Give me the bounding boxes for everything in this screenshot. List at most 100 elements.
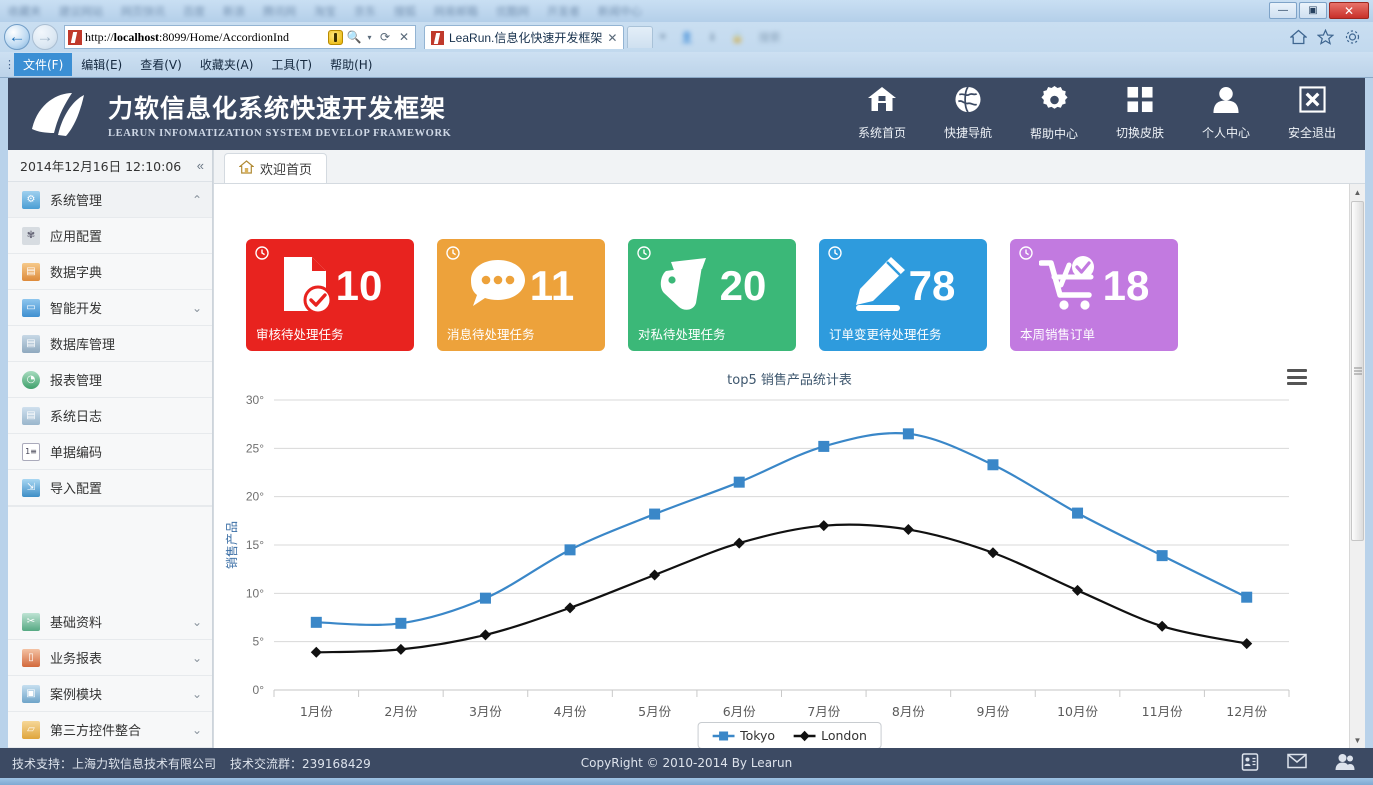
close-button[interactable]: ✕ — [1329, 2, 1369, 19]
svg-text:9月份: 9月份 — [976, 704, 1009, 719]
bookmark-item[interactable]: 京东 — [354, 3, 376, 19]
forward-button[interactable]: → — [32, 24, 58, 50]
menu-view[interactable]: 查看(V) — [131, 53, 191, 76]
chevron-up-icon[interactable]: ⌃ — [192, 193, 202, 207]
minimize-button[interactable]: — — [1269, 2, 1297, 19]
bookmark-item[interactable]: 开发者 — [547, 3, 580, 19]
header-nav-profile[interactable]: 个人中心 — [1195, 86, 1257, 141]
chevron-down-icon[interactable]: ⌄ — [192, 723, 202, 737]
sidebar-item-business-report[interactable]: ▯ 业务报表 ⌄ — [8, 640, 212, 676]
browser-navigation-row: ← → http://localhost:8099/Home/Accordion… — [0, 22, 1373, 52]
sidebar-item-app-config[interactable]: ✾ 应用配置 — [8, 218, 212, 254]
bookmark-item[interactable]: 优酷网 — [496, 3, 529, 19]
header-nav-label: 系统首页 — [857, 126, 906, 140]
address-bar[interactable]: http://localhost:8099/Home/AccordionInd … — [64, 25, 416, 49]
sidebar-collapse-button[interactable]: « — [197, 158, 204, 173]
legend-item-tokyo[interactable]: Tokyo — [712, 728, 775, 743]
envelope-icon[interactable] — [1287, 753, 1307, 774]
header-nav-home[interactable]: 系统首页 — [851, 86, 913, 141]
bookmark-item[interactable]: 百度 — [183, 3, 205, 19]
stat-tile-private-tasks[interactable]: 20 对私待处理任务 — [628, 239, 796, 351]
sidebar-item-basic-data[interactable]: ✂ 基础资料 ⌄ — [8, 604, 212, 640]
tab-welcome-home[interactable]: 欢迎首页 — [224, 153, 328, 183]
bookmarks-bar[interactable]: 收藏夹 建议网站 网页快讯 百度 新浪 腾讯网 淘宝 京东 搜狐 网易邮箱 优酷… — [8, 4, 642, 18]
chevron-down-icon[interactable]: ⌄ — [192, 687, 202, 701]
sidebar-item-third-party[interactable]: ▱ 第三方控件整合 ⌄ — [8, 712, 212, 748]
header-nav-logout[interactable]: 安全退出 — [1281, 86, 1343, 141]
back-button[interactable]: ← — [4, 24, 30, 50]
sidebar-item-document-code[interactable]: 1≡ 单据编码 — [8, 434, 212, 470]
cart-check-icon — [1037, 255, 1101, 318]
new-tab-button[interactable] — [627, 26, 654, 48]
grid-squares-icon — [1126, 86, 1154, 118]
favorites-star-icon[interactable] — [1317, 29, 1334, 45]
sidebar-item-import-config[interactable]: ⇲ 导入配置 — [8, 470, 212, 506]
tab-close-icon[interactable]: ✕ — [607, 31, 617, 45]
bookmark-item[interactable]: 网页快讯 — [121, 3, 165, 19]
bookmark-item[interactable]: 新闻中心 — [598, 3, 642, 19]
browser-chrome: 收藏夹 建议网站 网页快讯 百度 新浪 腾讯网 淘宝 京东 搜狐 网易邮箱 优酷… — [0, 0, 1373, 78]
scrollbar-thumb[interactable] — [1351, 201, 1364, 541]
sidebar-item-data-dictionary[interactable]: ▤ 数据字典 — [8, 254, 212, 290]
header-nav-quicknav[interactable]: 快捷导航 — [937, 86, 999, 141]
stat-tile-audit-tasks[interactable]: 10 审核待处理任务 — [246, 239, 414, 351]
svg-text:5月份: 5月份 — [638, 704, 671, 719]
legend-label: Tokyo — [740, 728, 776, 743]
contact-card-icon[interactable] — [1241, 752, 1259, 774]
bookmark-item[interactable]: 建议网站 — [59, 3, 103, 19]
brand-title-en: LEARUN INFOMATIZATION SYSTEM DEVELOP FRA… — [108, 128, 452, 139]
sidebar-item-case-module[interactable]: ▣ 案例模块 ⌄ — [8, 676, 212, 712]
sidebar-item-system-log[interactable]: ▤ 系统日志 — [8, 398, 212, 434]
browser-tab-label: LeaRun.信息化快速开发框架 — [449, 31, 603, 45]
bookmark-item[interactable]: 网易邮箱 — [434, 3, 478, 19]
sidebar: 2014年12月16日 12:10:06 « ⚙ 系统管理 ⌃ ✾ 应用配置 ▤… — [8, 150, 213, 748]
content-vertical-scrollbar[interactable]: ▲ ▼ — [1349, 184, 1365, 748]
tile-content: 11 — [437, 253, 605, 319]
tile-label: 对私待处理任务 — [638, 327, 726, 342]
svg-text:销售产品: 销售产品 — [224, 521, 239, 569]
search-icon[interactable]: 🔍 — [346, 30, 362, 44]
chevron-down-icon[interactable]: ▾ — [365, 33, 374, 42]
bookmark-item[interactable]: 淘宝 — [314, 3, 336, 19]
tile-value: 10 — [335, 262, 383, 309]
stat-tile-weekly-sales-orders[interactable]: 18 本周销售订单 — [1010, 239, 1178, 351]
sidebar-clock: 2014年12月16日 12:10:06 — [20, 159, 182, 174]
stat-tile-order-change-tasks[interactable]: 78 订单变更待处理任务 — [819, 239, 987, 351]
header-nav-skin[interactable]: 切换皮肤 — [1109, 86, 1171, 141]
bookmark-item[interactable]: 腾讯网 — [263, 3, 296, 19]
menu-favorites[interactable]: 收藏夹(A) — [191, 53, 263, 76]
svg-text:5°: 5° — [253, 635, 265, 649]
legend-item-london[interactable]: London — [793, 728, 867, 743]
menu-edit[interactable]: 编辑(E) — [72, 53, 131, 76]
chevron-down-icon[interactable]: ⌄ — [192, 301, 202, 315]
chevron-down-icon[interactable]: ⌄ — [192, 651, 202, 665]
scroll-up-arrow-icon[interactable]: ▲ — [1350, 184, 1365, 200]
menu-tools[interactable]: 工具(T) — [262, 53, 321, 76]
compatibility-view-icon[interactable] — [328, 29, 343, 45]
sidebar-item-smart-dev[interactable]: ▭ 智能开发 ⌄ — [8, 290, 212, 326]
brand-logo-area[interactable]: 力软信息化系统快速开发框架 LEARUN INFOMATIZATION SYST… — [8, 89, 451, 139]
address-text[interactable]: http://localhost:8099/Home/AccordionInd — [85, 30, 325, 45]
settings-gear-icon[interactable] — [1344, 29, 1361, 45]
scroll-down-arrow-icon[interactable]: ▼ — [1350, 732, 1365, 748]
blurred-toolbar-extras: ♥ 👤 ⬇ 🔒 搜索 — [659, 26, 1290, 48]
bookmark-item[interactable]: 新浪 — [223, 3, 245, 19]
sidebar-item-database-management[interactable]: ▤ 数据库管理 — [8, 326, 212, 362]
menu-help[interactable]: 帮助(H) — [321, 53, 381, 76]
tile-content: 78 — [819, 253, 987, 319]
chevron-down-icon[interactable]: ⌄ — [192, 615, 202, 629]
bookmark-item[interactable]: 搜狐 — [394, 3, 416, 19]
browser-tab[interactable]: LeaRun.信息化快速开发框架 ✕ — [424, 25, 625, 49]
bookmark-item[interactable]: 收藏夹 — [8, 3, 41, 19]
menu-file[interactable]: 文件(F) — [14, 53, 73, 76]
stop-icon[interactable]: ✕ — [396, 30, 412, 44]
users-icon[interactable] — [1335, 753, 1355, 774]
header-nav-help[interactable]: 帮助中心 — [1023, 86, 1085, 142]
stat-tile-message-tasks[interactable]: 11 消息待处理任务 — [437, 239, 605, 351]
maximize-button[interactable]: ▣ — [1299, 2, 1327, 19]
database-icon: ▤ — [22, 334, 40, 353]
home-icon[interactable] — [1290, 29, 1307, 45]
sidebar-item-report-management[interactable]: ◔ 报表管理 — [8, 362, 212, 398]
sidebar-item-system-management[interactable]: ⚙ 系统管理 ⌃ — [8, 182, 212, 218]
refresh-icon[interactable]: ⟳ — [377, 30, 393, 44]
